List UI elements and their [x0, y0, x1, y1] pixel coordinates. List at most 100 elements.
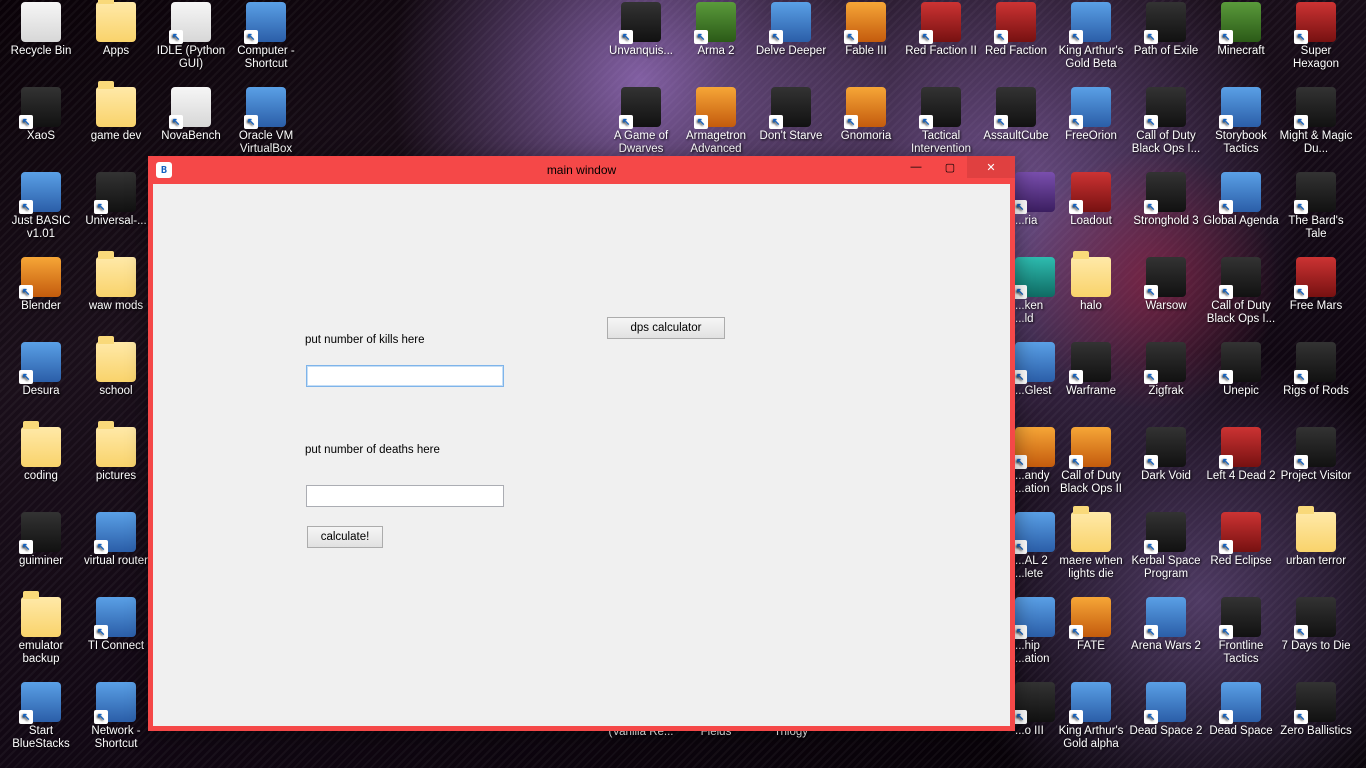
desktop-icon[interactable]: TI Connect — [77, 597, 155, 653]
desktop-icon[interactable]: ...AL 2 ...lete — [1015, 512, 1055, 581]
app-icon-glyph — [21, 427, 61, 467]
desktop-icon[interactable]: Red Faction — [977, 2, 1055, 58]
desktop-icon[interactable]: Project Visitor — [1277, 427, 1355, 483]
desktop-icon[interactable]: Zero Ballistics — [1277, 682, 1355, 738]
desktop-icon[interactable]: pictures — [77, 427, 155, 483]
desktop-icon[interactable]: Just BASIC v1.01 — [2, 172, 80, 241]
shortcut-overlay-icon — [1069, 625, 1083, 639]
desktop-icon[interactable]: IDLE (Python GUI) — [152, 2, 230, 71]
desktop-icon[interactable]: Apps — [77, 2, 155, 58]
desktop-icon[interactable]: Unvanquis... — [602, 2, 680, 58]
desktop-icon[interactable]: Blender — [2, 257, 80, 313]
desktop-icon[interactable]: Unepic — [1202, 342, 1280, 398]
shortcut-overlay-icon — [1013, 370, 1027, 384]
desktop-icon[interactable]: Desura — [2, 342, 80, 398]
desktop-icon[interactable]: Path of Exile — [1127, 2, 1205, 58]
desktop-icon[interactable]: Oracle VM VirtualBox — [227, 87, 305, 156]
desktop-icon[interactable]: game dev — [77, 87, 155, 143]
desktop-icon[interactable]: Red Faction II — [902, 2, 980, 58]
desktop-icon[interactable]: Global Agenda — [1202, 172, 1280, 228]
desktop-icon[interactable]: FATE — [1052, 597, 1130, 653]
desktop-icon[interactable]: Call of Duty Black Ops I... — [1202, 257, 1280, 326]
desktop-icon[interactable]: guiminer — [2, 512, 80, 568]
desktop-icon[interactable]: XaoS — [2, 87, 80, 143]
desktop-icon[interactable]: ...hip ...ation — [1015, 597, 1055, 666]
desktop-icon[interactable]: Left 4 Dead 2 — [1202, 427, 1280, 483]
desktop-icon[interactable]: Tactical Intervention — [902, 87, 980, 156]
app-icon-glyph — [1071, 427, 1111, 467]
desktop-icon[interactable]: ...ria — [1015, 172, 1055, 228]
desktop-icon-label: Call of Duty Black Ops I... — [1127, 130, 1205, 156]
desktop-icon[interactable]: Warsow — [1127, 257, 1205, 313]
desktop-icon[interactable]: Network - Shortcut — [77, 682, 155, 751]
kills-input[interactable] — [306, 365, 504, 387]
shortcut-overlay-icon — [619, 30, 633, 44]
desktop-icon[interactable]: King Arthur's Gold alpha — [1052, 682, 1130, 751]
desktop-icon[interactable]: Dead Space 2 — [1127, 682, 1205, 738]
desktop-icon[interactable]: ...Glest — [1015, 342, 1055, 398]
desktop-icon[interactable]: Storybook Tactics — [1202, 87, 1280, 156]
desktop-icon[interactable]: ...andy ...ation — [1015, 427, 1055, 496]
desktop-icon[interactable]: FreeOrion — [1052, 87, 1130, 143]
desktop-icon[interactable]: Loadout — [1052, 172, 1130, 228]
dps-calculator-button[interactable]: dps calculator — [607, 317, 725, 339]
desktop-icon[interactable]: Rigs of Rods — [1277, 342, 1355, 398]
desktop-icon[interactable]: ...ken ...ld — [1015, 257, 1055, 326]
shortcut-overlay-icon — [1013, 455, 1027, 469]
shortcut-overlay-icon — [1144, 540, 1158, 554]
desktop-icon[interactable]: virtual router — [77, 512, 155, 568]
desktop-icon[interactable]: Call of Duty Black Ops I... — [1127, 87, 1205, 156]
desktop-icon[interactable]: waw mods — [77, 257, 155, 313]
desktop-icon[interactable]: maere when lights die — [1052, 512, 1130, 581]
deaths-input[interactable] — [306, 485, 504, 507]
desktop-icon[interactable]: Start BlueStacks — [2, 682, 80, 751]
desktop-icon[interactable]: Gnomoria — [827, 87, 905, 143]
desktop-icon[interactable]: urban terror — [1277, 512, 1355, 568]
desktop-icon[interactable]: ...o III — [1015, 682, 1055, 738]
desktop-icon[interactable]: Dark Void — [1127, 427, 1205, 483]
desktop-icon[interactable]: A Game of Dwarves — [602, 87, 680, 156]
desktop-icon[interactable]: Kerbal Space Program — [1127, 512, 1205, 581]
desktop-icon[interactable]: coding — [2, 427, 80, 483]
desktop-icon[interactable]: Free Mars — [1277, 257, 1355, 313]
desktop-icon[interactable]: Frontline Tactics — [1202, 597, 1280, 666]
app-icon-glyph — [1221, 2, 1261, 42]
shortcut-overlay-icon — [169, 30, 183, 44]
desktop-icon-label: Arena Wars 2 — [1127, 640, 1205, 653]
desktop-icon[interactable]: Call of Duty Black Ops II — [1052, 427, 1130, 496]
desktop-icon[interactable]: AssaultCube — [977, 87, 1055, 143]
desktop-icon[interactable]: Fable III — [827, 2, 905, 58]
desktop-icon[interactable]: Arma 2 — [677, 2, 755, 58]
desktop-icon[interactable]: Computer - Shortcut — [227, 2, 305, 71]
desktop-icon[interactable]: Warframe — [1052, 342, 1130, 398]
desktop-icon[interactable]: King Arthur's Gold Beta — [1052, 2, 1130, 71]
desktop-icon[interactable]: Universal-... — [77, 172, 155, 228]
desktop-icon[interactable]: Zigfrak — [1127, 342, 1205, 398]
maximize-button[interactable]: ▢ — [933, 156, 967, 178]
desktop-icon[interactable]: Delve Deeper — [752, 2, 830, 58]
desktop-icon[interactable]: emulator backup — [2, 597, 80, 666]
desktop-icon[interactable]: halo — [1052, 257, 1130, 313]
desktop-icon[interactable]: Super Hexagon — [1277, 2, 1355, 71]
desktop-icon[interactable]: Armagetron Advanced — [677, 87, 755, 156]
shortcut-overlay-icon — [1013, 625, 1027, 639]
app-icon-glyph — [96, 682, 136, 722]
desktop-icon[interactable]: The Bard's Tale — [1277, 172, 1355, 241]
titlebar[interactable]: B main window — ▢ ✕ — [148, 156, 1015, 184]
app-icon-glyph — [1015, 172, 1055, 212]
desktop-icon[interactable]: Recycle Bin — [2, 2, 80, 58]
desktop-icon[interactable]: NovaBench — [152, 87, 230, 143]
desktop-icon[interactable]: Dead Space — [1202, 682, 1280, 738]
close-button[interactable]: ✕ — [967, 156, 1015, 178]
desktop-icon[interactable]: Stronghold 3 — [1127, 172, 1205, 228]
minimize-button[interactable]: — — [899, 156, 933, 178]
desktop-icon[interactable]: school — [77, 342, 155, 398]
calculate-button[interactable]: calculate! — [307, 526, 383, 548]
desktop-icon-label: coding — [2, 470, 80, 483]
desktop-icon[interactable]: Might & Magic Du... — [1277, 87, 1355, 156]
desktop-icon[interactable]: Don't Starve — [752, 87, 830, 143]
desktop-icon[interactable]: Minecraft — [1202, 2, 1280, 58]
desktop-icon[interactable]: 7 Days to Die — [1277, 597, 1355, 653]
desktop-icon[interactable]: Red Eclipse — [1202, 512, 1280, 568]
desktop-icon[interactable]: Arena Wars 2 — [1127, 597, 1205, 653]
